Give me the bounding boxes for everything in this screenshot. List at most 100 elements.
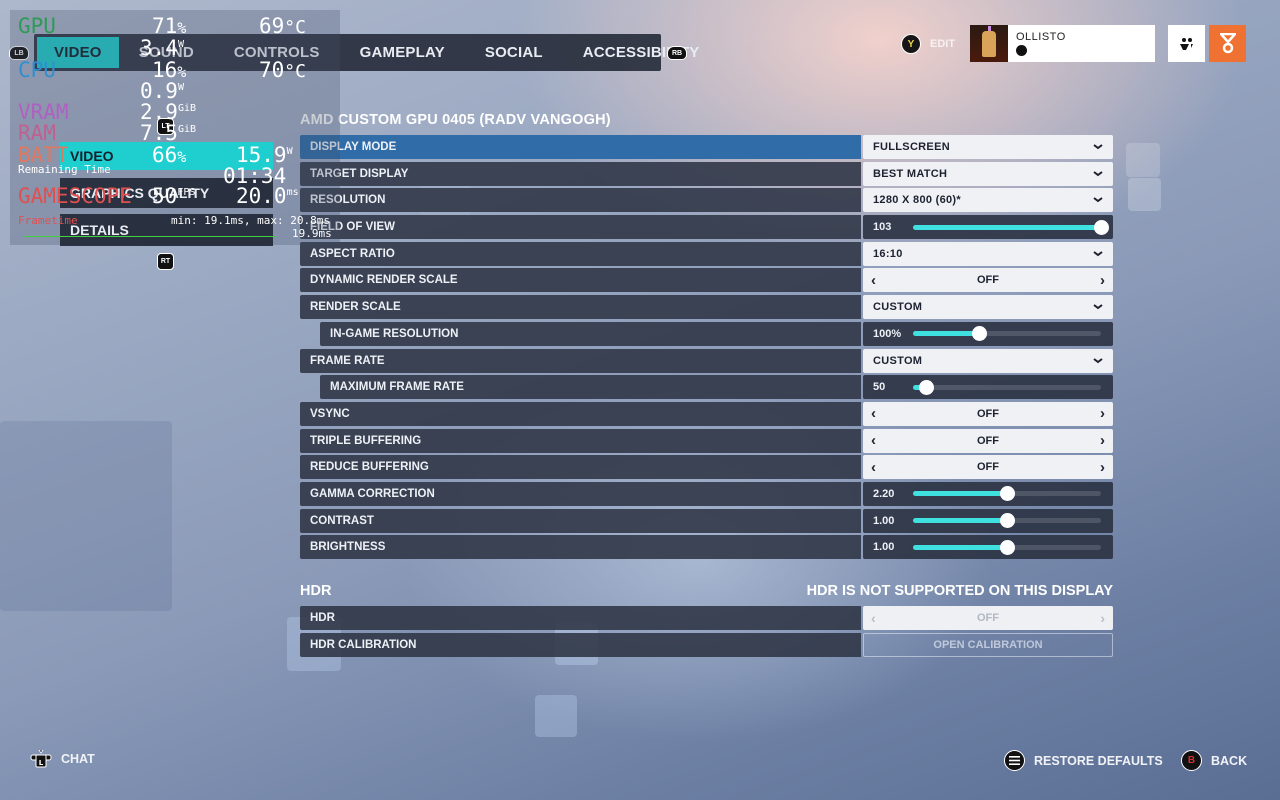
setting-row-render-scale[interactable]: RENDER SCALE CUSTOM [300, 295, 1113, 320]
brightness-slider[interactable]: 1.00 [863, 535, 1113, 560]
hdr-settings-list: HDR ‹ OFF › HDR CALIBRATION OPEN CALIBRA… [300, 606, 1113, 659]
toggle-value: OFF [977, 407, 999, 420]
setting-label: TRIPLE BUFFERING [300, 428, 861, 453]
open-calibration-button[interactable]: OPEN CALIBRATION [863, 632, 1113, 657]
back-label: BACK [1211, 753, 1248, 768]
left-stick-icon: L [30, 750, 52, 768]
setting-label: RESOLUTION [300, 188, 861, 213]
slider-track[interactable] [913, 219, 1109, 235]
back-button[interactable]: B BACK [1181, 750, 1247, 771]
setting-row-target-display[interactable]: TARGET DISPLAY BEST MATCH [300, 161, 1113, 186]
svg-text:L: L [39, 759, 44, 767]
slider-track[interactable] [913, 513, 1101, 529]
slider-track[interactable] [913, 486, 1101, 502]
chevron-down-icon [1093, 250, 1103, 256]
profile-name: OLLISTO [1016, 31, 1066, 43]
setting-label: FRAME RATE [300, 348, 861, 373]
slider-handle[interactable] [1094, 219, 1109, 235]
setting-row-field-of-view[interactable]: FIELD OF VIEW 103 [300, 215, 1113, 240]
toggle-value: OFF [977, 434, 999, 447]
dropdown-value: CUSTOM [873, 354, 923, 367]
setting-row-display-mode[interactable]: DISPLAY MODE FULLSCREEN [300, 135, 1113, 159]
tab-social[interactable]: SOCIAL [465, 34, 563, 71]
edit-button[interactable]: EDIT [930, 38, 955, 50]
chevron-right-icon[interactable]: › [1100, 459, 1105, 476]
slider-handle[interactable] [919, 379, 935, 395]
setting-row-aspect-ratio[interactable]: ASPECT RATIO 16:10 [300, 241, 1113, 266]
dropdown-value: BEST MATCH [873, 167, 948, 180]
setting-row-hdr[interactable]: HDR ‹ OFF › [300, 606, 1113, 630]
render-scale-dropdown[interactable]: CUSTOM [863, 295, 1113, 320]
tab-accessibility[interactable]: ACCESSIBILITY [563, 34, 720, 71]
overlay-fps: 50FPS [152, 184, 196, 208]
setting-row-in-game-resolution[interactable]: IN-GAME RESOLUTION 100% [300, 321, 1113, 346]
contrast-slider[interactable]: 1.00 [863, 508, 1113, 533]
group-icon [1179, 37, 1193, 50]
resolution-dropdown[interactable]: 1280 X 800 (60)* [863, 188, 1113, 213]
setting-label: BRIGHTNESS [300, 535, 861, 560]
hdr-unsupported-note: HDR IS NOT SUPPORTED ON THIS DISPLAY [806, 583, 1113, 599]
aspect-ratio-dropdown[interactable]: 16:10 [863, 241, 1113, 266]
hdr-toggle[interactable]: ‹ OFF › [863, 606, 1113, 630]
slider-handle[interactable] [1000, 513, 1015, 529]
setting-row-gamma-correction[interactable]: GAMMA CORRECTION 2.20 [300, 481, 1113, 506]
social-button[interactable] [1168, 25, 1205, 62]
frametime-graph-line [23, 236, 276, 237]
bg-decor-square [0, 421, 172, 611]
chevron-right-icon[interactable]: › [1100, 272, 1105, 289]
setting-label: HDR CALIBRATION [300, 632, 861, 657]
restore-defaults-button[interactable]: RESTORE DEFAULTS [1004, 750, 1163, 771]
slider-fill [913, 224, 1101, 230]
frame-rate-dropdown[interactable]: CUSTOM [863, 348, 1113, 373]
slider-handle[interactable] [971, 326, 987, 342]
setting-label: DISPLAY MODE [300, 135, 861, 159]
chat-label: CHAT [61, 752, 95, 766]
slider-track[interactable] [913, 539, 1101, 555]
target-display-dropdown[interactable]: BEST MATCH [863, 161, 1113, 186]
overlay-ram-label: RAM [18, 121, 56, 145]
chevron-down-icon [1093, 197, 1103, 203]
slider-handle[interactable] [1000, 486, 1015, 502]
slider-track[interactable] [913, 326, 1101, 342]
rewards-button[interactable] [1209, 25, 1246, 62]
chat-button[interactable]: L CHAT [30, 750, 95, 768]
setting-row-triple-buffering[interactable]: TRIPLE BUFFERING ‹ OFF › [300, 428, 1113, 453]
setting-label: DYNAMIC RENDER SCALE [300, 268, 861, 293]
chevron-right-icon[interactable]: › [1100, 432, 1105, 449]
setting-row-resolution[interactable]: RESOLUTION 1280 X 800 (60)* [300, 188, 1113, 213]
setting-label: HDR [300, 606, 861, 630]
rb-button[interactable]: RB [667, 46, 687, 60]
tab-gameplay[interactable]: GAMEPLAY [340, 34, 465, 71]
display-mode-dropdown[interactable]: FULLSCREEN [863, 135, 1113, 159]
in-game-resolution-slider[interactable]: 100% [863, 321, 1113, 346]
slider-value: 1.00 [873, 541, 895, 554]
setting-row-hdr-calibration[interactable]: HDR CALIBRATION OPEN CALIBRATION [300, 632, 1113, 657]
steam-icon [1016, 45, 1027, 56]
overlay-frametime-minmax: min: 19.1ms, max: 20.8ms [171, 214, 330, 227]
maximum-frame-rate-slider[interactable]: 50 [863, 375, 1113, 400]
field-of-view-slider[interactable]: 103 [863, 215, 1113, 240]
setting-label: ASPECT RATIO [300, 241, 861, 266]
slider-handle[interactable] [1000, 539, 1015, 555]
reduce-buffering-toggle[interactable]: ‹ OFF › [863, 455, 1113, 480]
dynamic-render-scale-toggle[interactable]: ‹ OFF › [863, 268, 1113, 293]
overlay-cpu-temp: 70°C [259, 58, 306, 82]
setting-row-contrast[interactable]: CONTRAST 1.00 [300, 508, 1113, 533]
chevron-right-icon[interactable]: › [1100, 405, 1105, 422]
profile-card[interactable]: OLLISTO [970, 25, 1155, 62]
setting-row-reduce-buffering[interactable]: REDUCE BUFFERING ‹ OFF › [300, 455, 1113, 480]
setting-row-dynamic-render-scale[interactable]: DYNAMIC RENDER SCALE ‹ OFF › [300, 268, 1113, 293]
gamma-correction-slider[interactable]: 2.20 [863, 481, 1113, 506]
setting-row-maximum-frame-rate[interactable]: MAXIMUM FRAME RATE 50 [300, 375, 1113, 400]
setting-row-brightness[interactable]: BRIGHTNESS 1.00 [300, 535, 1113, 560]
setting-row-vsync[interactable]: VSYNC ‹ OFF › [300, 401, 1113, 426]
triple-buffering-toggle[interactable]: ‹ OFF › [863, 428, 1113, 453]
section-title-gpu: AMD CUSTOM GPU 0405 (RADV VANGOGH) [300, 112, 611, 128]
overlay-frametime-label: Frametime [18, 214, 78, 227]
slider-track[interactable] [913, 379, 1101, 395]
restore-defaults-label: RESTORE DEFAULTS [1034, 753, 1163, 768]
setting-row-frame-rate[interactable]: FRAME RATE CUSTOM [300, 348, 1113, 373]
rt-button[interactable]: RT [157, 253, 174, 270]
vsync-toggle[interactable]: ‹ OFF › [863, 401, 1113, 426]
y-button-icon: Y [901, 34, 921, 54]
